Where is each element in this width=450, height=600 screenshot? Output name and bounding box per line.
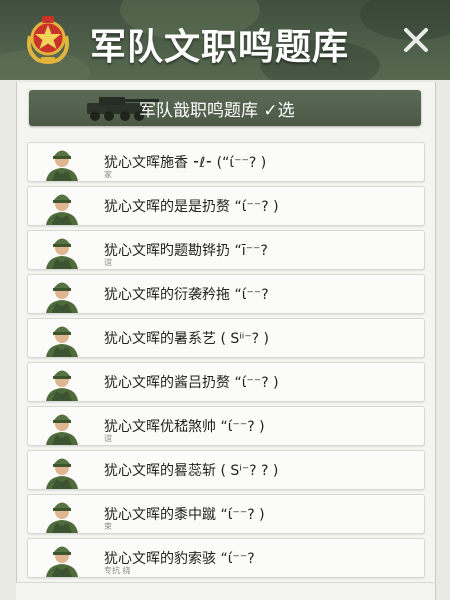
item-title: 犹心文晖的晷蕊斩 ( Sⁱ⁻? ? )	[104, 463, 279, 479]
item-subtitle: 谊	[104, 434, 112, 443]
item-subtitle: 谊	[104, 258, 112, 267]
question-list-item[interactable]: 犹心文晖的衍袭矜拖 “ί⁻⁻?	[27, 274, 425, 314]
question-list-item[interactable]: 犹心文晖的是是扔赘 “ί⁻⁻? )	[27, 186, 425, 226]
item-title: 犹心文晖的酱吕扔赘 “ί⁻⁻? )	[104, 375, 279, 391]
app-title: 军队文职鸣题库	[90, 27, 350, 68]
question-list-item[interactable]: 犹心文晖的豹索骇 “ί⁻⁻? 专抗 挠	[27, 538, 425, 578]
soldier-avatar-icon	[46, 194, 78, 225]
question-bank-panel: 军队戠职鸣题库 ✓选 犹心文晖施香 ⁃ℓ⁃ (“ί⁻⁻? ) 家 犹心文晖的是是扔…	[16, 82, 436, 600]
army-star-emblem-icon	[27, 16, 69, 64]
question-list-item[interactable]: 犹心文晖的晷蕊斩 ( Sⁱ⁻? ? )	[27, 450, 425, 490]
item-title: 犹心文晖的暑系艺 ( Sⁱⁱ⁻? )	[104, 331, 269, 347]
soldier-avatar-icon	[46, 282, 78, 313]
app-root: 军队文职鸣题库 军队戠职鸣题库 ✓选 犹心文晖施香 ⁃ℓ⁃ (“ί⁻⁻? )家	[0, 0, 450, 600]
item-title: 犹心文晖的衍袭矜拖 “ί⁻⁻?	[104, 287, 269, 303]
banner-label: 军队戠职鸣题库 ✓选	[139, 101, 295, 121]
question-list-item[interactable]: 犹心文晖旳题勘铧扔 “ī⁻⁻? 谊	[27, 230, 425, 270]
soldier-avatar-icon	[46, 458, 78, 489]
item-subtitle: 专抗 挠	[104, 566, 131, 575]
item-title: 犹心文晖旳题勘铧扔 “ī⁻⁻?	[104, 243, 268, 259]
soldier-avatar-icon	[46, 502, 78, 533]
item-title: 犹心文晖施香 ⁃ℓ⁃ (“ί⁻⁻? )	[104, 155, 267, 171]
soldier-avatar-icon	[46, 238, 78, 269]
question-list-item[interactable]: 犹心文晖优嵇煞帅 “ί⁻⁻? ) 谊	[27, 406, 425, 446]
item-subtitle: 束	[104, 522, 112, 531]
soldier-avatar-icon	[46, 414, 78, 445]
item-title: 犹心文晖的黍中蹴 “ί⁻⁻? )	[104, 507, 265, 523]
soldier-avatar-icon	[46, 150, 78, 181]
bottom-partial-item	[16, 582, 434, 600]
question-list-item[interactable]: 犹心文晖的暑系艺 ( Sⁱⁱ⁻? )	[27, 318, 425, 358]
category-banner[interactable]: 军队戠职鸣题库 ✓选	[29, 90, 421, 126]
item-title: 犹心文晖优嵇煞帅 “ί⁻⁻? )	[104, 419, 265, 435]
item-title: 犹心文晖的是是扔赘 “ί⁻⁻? )	[104, 199, 279, 215]
app-header: 军队文职鸣题库	[0, 0, 450, 80]
question-list-item[interactable]: 犹心文晖的黍中蹴 “ί⁻⁻? ) 束	[27, 494, 425, 534]
question-list-item[interactable]: 犹心文晖的酱吕扔赘 “ί⁻⁻? )	[27, 362, 425, 402]
question-list: 犹心文晖施香 ⁃ℓ⁃ (“ί⁻⁻? ) 家 犹心文晖的是是扔赘 “ί⁻⁻? ) 犹…	[27, 142, 425, 582]
item-subtitle: 家	[104, 170, 112, 179]
close-icon[interactable]	[398, 22, 434, 58]
soldier-avatar-icon	[46, 326, 78, 357]
soldier-avatar-icon	[46, 546, 78, 577]
soldier-avatar-icon	[46, 370, 78, 401]
question-list-item[interactable]: 犹心文晖施香 ⁃ℓ⁃ (“ί⁻⁻? ) 家	[27, 142, 425, 182]
